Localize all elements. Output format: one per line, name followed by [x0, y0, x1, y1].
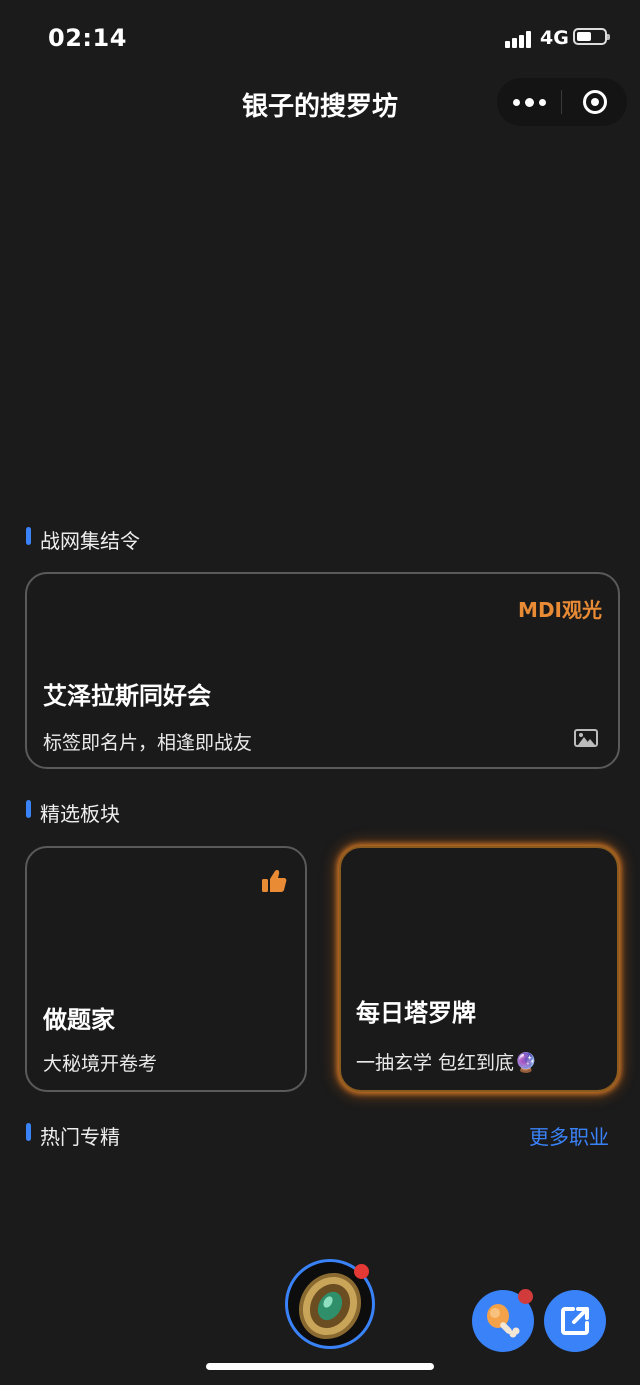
thumbs-up-icon — [262, 870, 287, 892]
section-marker — [26, 1123, 31, 1141]
tarot-card[interactable]: 每日塔罗牌 一抽玄学 包红到底🔮 — [339, 846, 619, 1092]
target-icon[interactable] — [583, 90, 607, 114]
status-time: 02:14 — [48, 24, 127, 52]
guild-card[interactable]: MDI观光 艾泽拉斯同好会 标签即名片，相逢即战友 — [25, 572, 620, 769]
quiz-card-subtitle: 大秘境开卷考 — [43, 1053, 158, 1075]
notification-dot — [518, 1289, 533, 1304]
mini-program-capsule — [497, 78, 627, 126]
share-button[interactable] — [544, 1290, 606, 1352]
section-marker — [26, 800, 31, 818]
share-icon — [561, 1307, 589, 1335]
tarot-card-title: 每日塔罗牌 — [356, 999, 476, 1027]
more-classes-link[interactable]: 更多职业 — [529, 1121, 609, 1150]
signal-icon — [505, 30, 535, 48]
guild-card-subtitle: 标签即名片，相逢即战友 — [43, 732, 253, 754]
section-header-battle-net: 战网集结令 — [26, 525, 226, 553]
section-header-featured: 精选板块 — [26, 798, 226, 826]
home-indicator[interactable] — [206, 1363, 434, 1370]
tarot-card-subtitle: 一抽玄学 包红到底🔮 — [356, 1052, 538, 1074]
section-title: 战网集结令 — [40, 529, 140, 553]
guild-card-title: 艾泽拉斯同好会 — [43, 682, 211, 710]
capsule-divider — [561, 90, 562, 114]
more-dots-icon[interactable] — [513, 98, 547, 107]
section-title: 精选板块 — [40, 802, 120, 826]
quiz-card[interactable]: 做题家 大秘境开卷考 — [25, 846, 307, 1092]
network-type: 4G — [540, 27, 569, 49]
section-marker — [26, 527, 31, 545]
notification-dot — [354, 1264, 369, 1279]
mdi-badge[interactable]: MDI观光 — [518, 594, 602, 623]
battery-icon — [573, 28, 610, 45]
section-header-hot-specs: 热门专精 — [26, 1121, 226, 1149]
quiz-card-title: 做题家 — [43, 1006, 115, 1034]
section-title: 热门专精 — [40, 1125, 120, 1149]
image-icon[interactable] — [574, 729, 598, 747]
